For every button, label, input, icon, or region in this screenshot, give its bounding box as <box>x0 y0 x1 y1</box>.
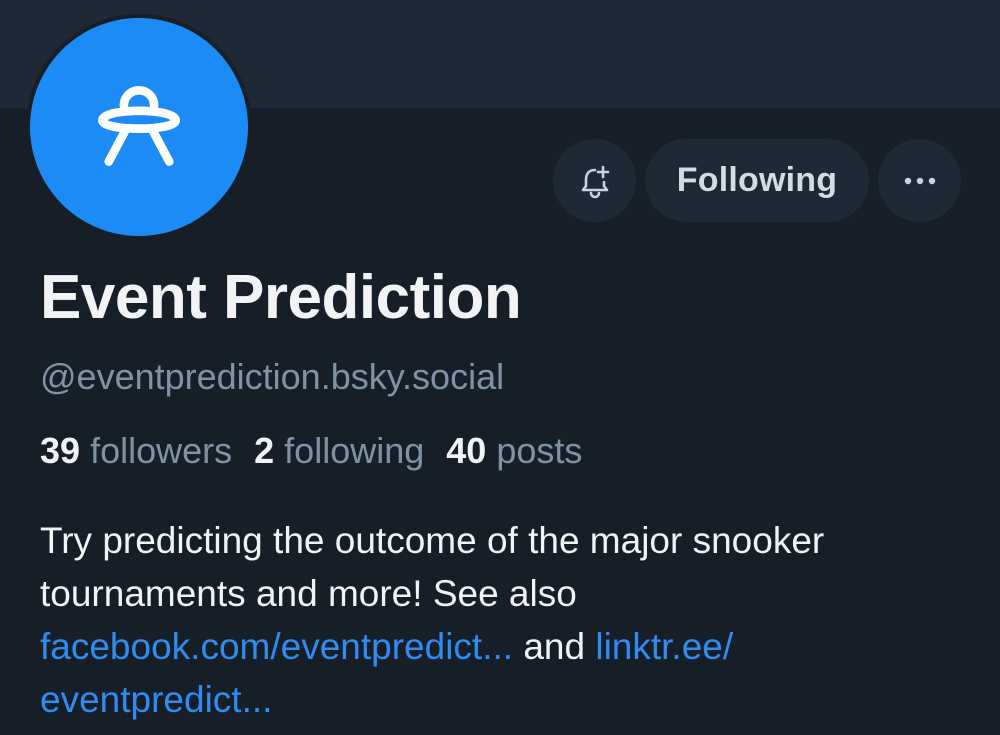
display-name: Event Prediction <box>40 263 522 332</box>
bio-text: Try predicting the outcome of the major … <box>40 520 825 614</box>
following-stat[interactable]: 2 following <box>254 430 424 472</box>
bell-plus-icon <box>581 165 609 198</box>
following-count: 2 <box>254 430 275 471</box>
profile-stats: 39 followers 2 following 40 posts <box>40 430 582 472</box>
bio-connector: and <box>513 626 596 667</box>
notify-button[interactable] <box>553 139 636 222</box>
more-options-button[interactable] <box>878 139 961 222</box>
linktree-link-part1: linktr.ee/ <box>595 626 734 667</box>
following-button[interactable]: Following <box>645 139 869 222</box>
profile-handle: @eventprediction.bsky.social <box>40 356 505 397</box>
profile-bio: Try predicting the outcome of the major … <box>40 514 940 726</box>
posts-label: posts <box>496 430 583 471</box>
linktree-link-part2: eventpredict... <box>40 679 273 720</box>
following-label: following <box>284 430 425 471</box>
profile-page: Following Event Prediction @eventpredict… <box>0 0 1000 735</box>
facebook-link[interactable]: facebook.com/eventpredict... <box>40 626 513 667</box>
posts-stat: 40 posts <box>446 430 582 472</box>
ellipsis-icon <box>904 177 935 184</box>
followers-label: followers <box>90 430 233 471</box>
avatar[interactable] <box>30 18 248 236</box>
followers-count: 39 <box>40 430 81 471</box>
ufo-icon <box>97 86 181 166</box>
followers-stat[interactable]: 39 followers <box>40 430 232 472</box>
posts-count: 40 <box>446 430 487 471</box>
